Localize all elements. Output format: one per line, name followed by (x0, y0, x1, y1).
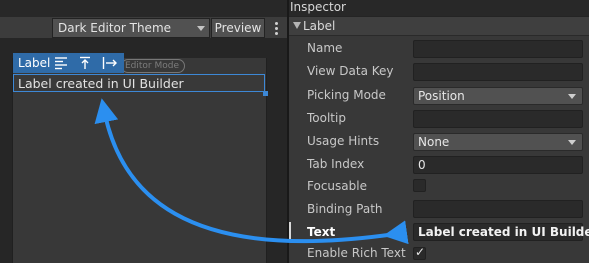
picking-mode-value: Position (418, 89, 465, 103)
dropdown-arrow-icon (568, 94, 576, 99)
kebab-menu-icon[interactable] (268, 18, 285, 38)
enable-rich-text-checkbox[interactable]: ✓ (413, 245, 426, 260)
picking-mode-label: Picking Mode (307, 88, 386, 102)
usage-hints-label: Usage Hints (307, 134, 380, 148)
resize-handle[interactable] (263, 91, 268, 96)
editor-mode-tag: Editor Mode (121, 59, 186, 73)
theme-dropdown-value: Dark Editor Theme (58, 21, 172, 35)
dropdown-arrow-icon (568, 140, 576, 145)
theme-dropdown[interactable]: Dark Editor Theme (52, 18, 210, 38)
align-top-icon[interactable] (78, 56, 92, 70)
stretch-horizontal-icon[interactable] (102, 56, 117, 70)
selection-header-title: Label (18, 56, 51, 70)
tooltip-label: Tooltip (307, 111, 346, 125)
selected-label-element[interactable]: Label created in UI Builder (13, 74, 265, 92)
focusable-label: Focusable (307, 179, 367, 193)
section-title: Label (303, 19, 336, 33)
override-indicator (289, 222, 291, 240)
tab-index-label: Tab Index (307, 157, 365, 171)
dropdown-arrow-icon (197, 26, 205, 31)
view-data-key-field[interactable] (413, 63, 583, 81)
align-left-icon[interactable] (54, 56, 68, 70)
selected-label-text: Label created in UI Builder (18, 76, 184, 91)
binding-path-label: Binding Path (307, 202, 383, 216)
usage-hints-value: None (418, 135, 450, 149)
inspector-panel: Inspector Label Name View Data Key Picki… (289, 0, 589, 263)
enable-rich-text-label: Enable Rich Text (307, 246, 406, 260)
canvas-top-strip (0, 0, 287, 17)
tooltip-field[interactable] (413, 110, 583, 128)
name-label: Name (307, 41, 343, 55)
view-data-key-label: View Data Key (307, 64, 394, 78)
checkmark-icon: ✓ (415, 245, 426, 259)
text-field[interactable]: Label created in UI Builder (413, 223, 589, 241)
label-section-header[interactable]: Label (289, 16, 589, 36)
binding-path-field[interactable] (413, 200, 583, 218)
picking-mode-dropdown[interactable]: Position (413, 87, 583, 105)
usage-hints-dropdown[interactable]: None (413, 133, 583, 151)
tab-index-field[interactable]: 0 (413, 156, 583, 174)
text-label: Text (307, 225, 336, 239)
preview-button[interactable]: Preview (211, 18, 265, 38)
name-field[interactable] (413, 40, 583, 58)
inspector-title: Inspector (289, 0, 589, 16)
text-value: Label created in UI Builder (418, 225, 589, 239)
tab-index-value: 0 (418, 158, 426, 172)
focusable-checkbox[interactable] (413, 179, 426, 192)
selection-header[interactable]: Label (13, 53, 124, 73)
foldout-arrow-icon[interactable] (293, 22, 301, 29)
